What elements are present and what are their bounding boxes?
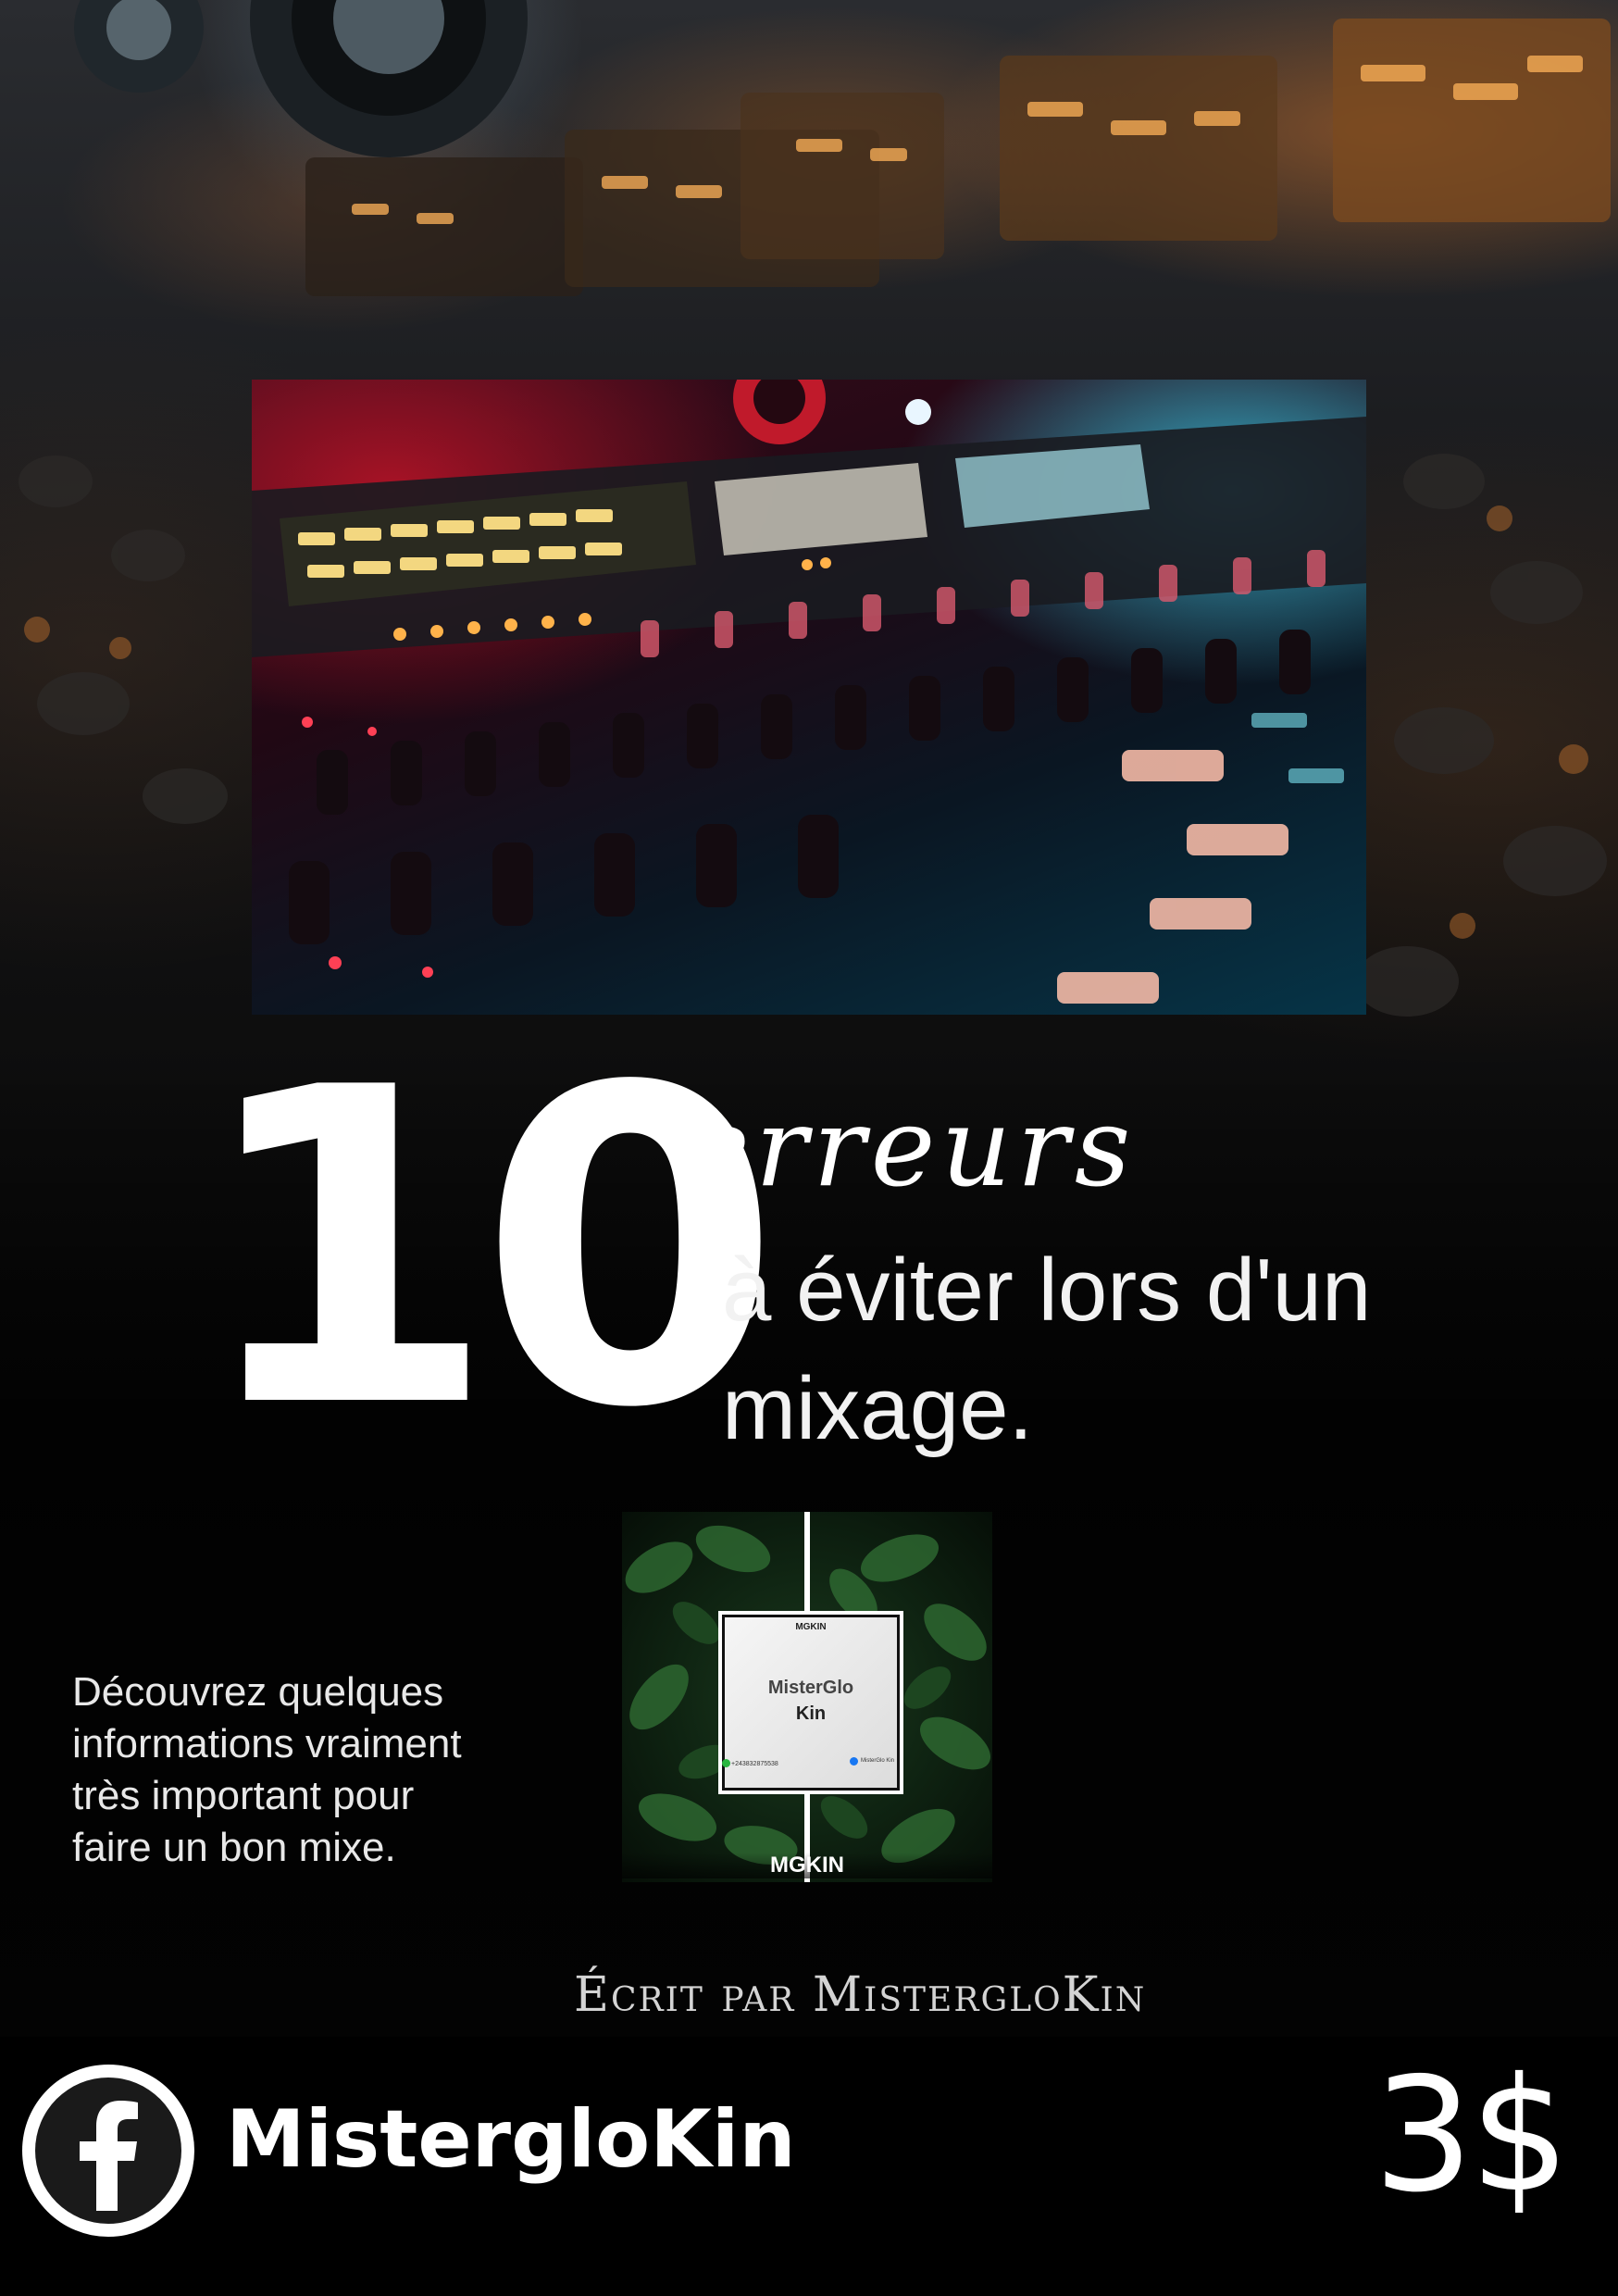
mixing-console-image	[252, 380, 1366, 1015]
logo-name-line-1: MisterGlo	[767, 1678, 854, 1698]
facebook-icon[interactable]	[22, 2065, 194, 2237]
price-label: 3$	[1373, 2044, 1570, 2227]
logo-top-tag: MGKIN	[795, 1622, 827, 1632]
ebook-cover: 10 erreurs à éviter lors d'un mixage. Dé…	[0, 0, 1618, 2296]
description-text: Découvrez quelques informations vraiment…	[72, 1669, 462, 1870]
logo-bottom-label: MGKIN	[622, 1853, 992, 1878]
whatsapp-icon	[722, 1759, 730, 1767]
brand-logo-card: MGKIN MisterGlo Kin +243832875538 Mister…	[622, 1512, 992, 1882]
logo-inner-card: MGKIN MisterGlo Kin +243832875538 Mister…	[718, 1611, 903, 1794]
logo-phone: +243832875538	[731, 1761, 778, 1767]
title-subtitle: à éviter lors d'un mixage.	[722, 1241, 1372, 1458]
logo-name-line-2: Kin	[795, 1703, 827, 1724]
author-line: Écrit par MistergloKin	[574, 1967, 1147, 2023]
footer-brand-name: MistergloKin	[226, 2093, 796, 2186]
title-script-word: erreurs	[685, 1083, 1137, 1211]
logo-fb-text: MisterGlo Kin	[861, 1758, 895, 1764]
title-number: 10	[194, 996, 781, 1503]
facebook-small-icon	[850, 1757, 858, 1766]
